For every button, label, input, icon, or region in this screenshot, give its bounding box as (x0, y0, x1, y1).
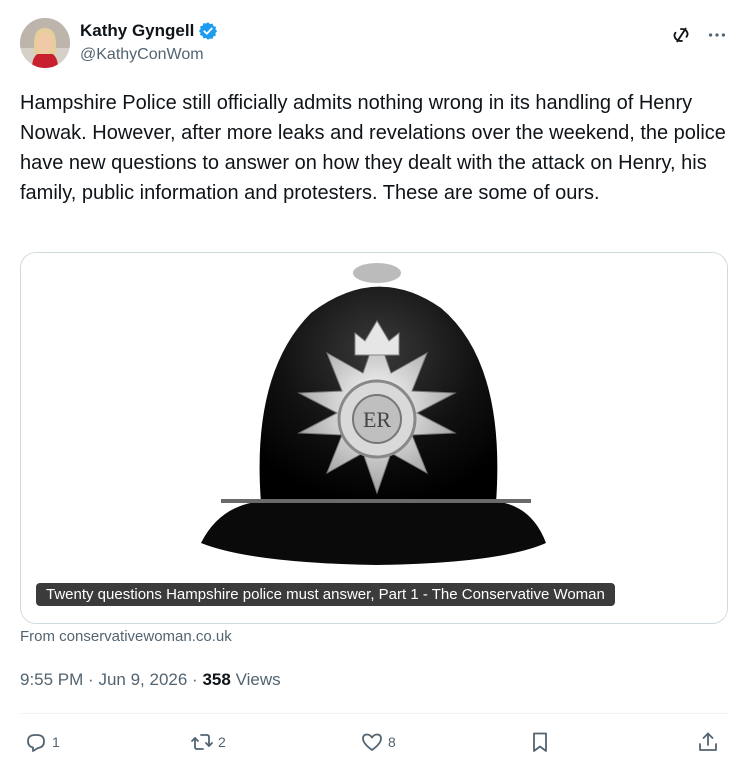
bookmark-button[interactable] (528, 730, 552, 754)
link-card[interactable]: ER Twenty questions Hampshire police mus… (20, 252, 728, 624)
like-count: 8 (388, 734, 396, 750)
avatar[interactable] (20, 18, 70, 68)
grok-icon[interactable] (670, 24, 692, 46)
retweet-count: 2 (218, 734, 226, 750)
action-bar: 1 2 8 (20, 730, 728, 760)
tweet-time[interactable]: 9:55 PM (20, 670, 83, 689)
tweet-meta: 9:55 PM · Jun 9, 2026 · 358 Views (20, 670, 281, 690)
share-icon (699, 732, 717, 751)
display-name[interactable]: Kathy Gyngell (80, 21, 194, 41)
reply-icon (27, 734, 45, 752)
tweet-text: Hampshire Police still officially admits… (20, 92, 732, 204)
more-icon[interactable] (706, 24, 728, 46)
like-button[interactable]: 8 (360, 730, 396, 754)
bookmark-icon (533, 732, 547, 752)
meta-separator: · (88, 670, 94, 689)
verified-badge-icon (198, 21, 218, 41)
views-count: 358 (202, 670, 231, 689)
share-button[interactable] (696, 730, 720, 754)
name-row: Kathy Gyngell (80, 21, 218, 41)
reply-count: 1 (52, 734, 60, 750)
divider (20, 713, 728, 714)
retweet-button[interactable]: 2 (190, 730, 226, 754)
tweet-header: Kathy Gyngell @KathyConWom (20, 18, 728, 70)
svg-text:ER: ER (363, 407, 391, 432)
author-handle[interactable]: @KathyConWom (80, 46, 204, 64)
meta-separator: · (192, 670, 198, 689)
card-caption: Twenty questions Hampshire police must a… (36, 583, 615, 606)
like-icon (362, 733, 382, 751)
police-helmet-image: ER (21, 253, 727, 623)
retweet-icon (191, 734, 213, 750)
tweet-date[interactable]: Jun 9, 2026 (98, 670, 187, 689)
views-label: Views (235, 670, 281, 689)
card-source-link[interactable]: From conservativewoman.co.uk (20, 628, 232, 645)
reply-button[interactable]: 1 (24, 730, 60, 754)
